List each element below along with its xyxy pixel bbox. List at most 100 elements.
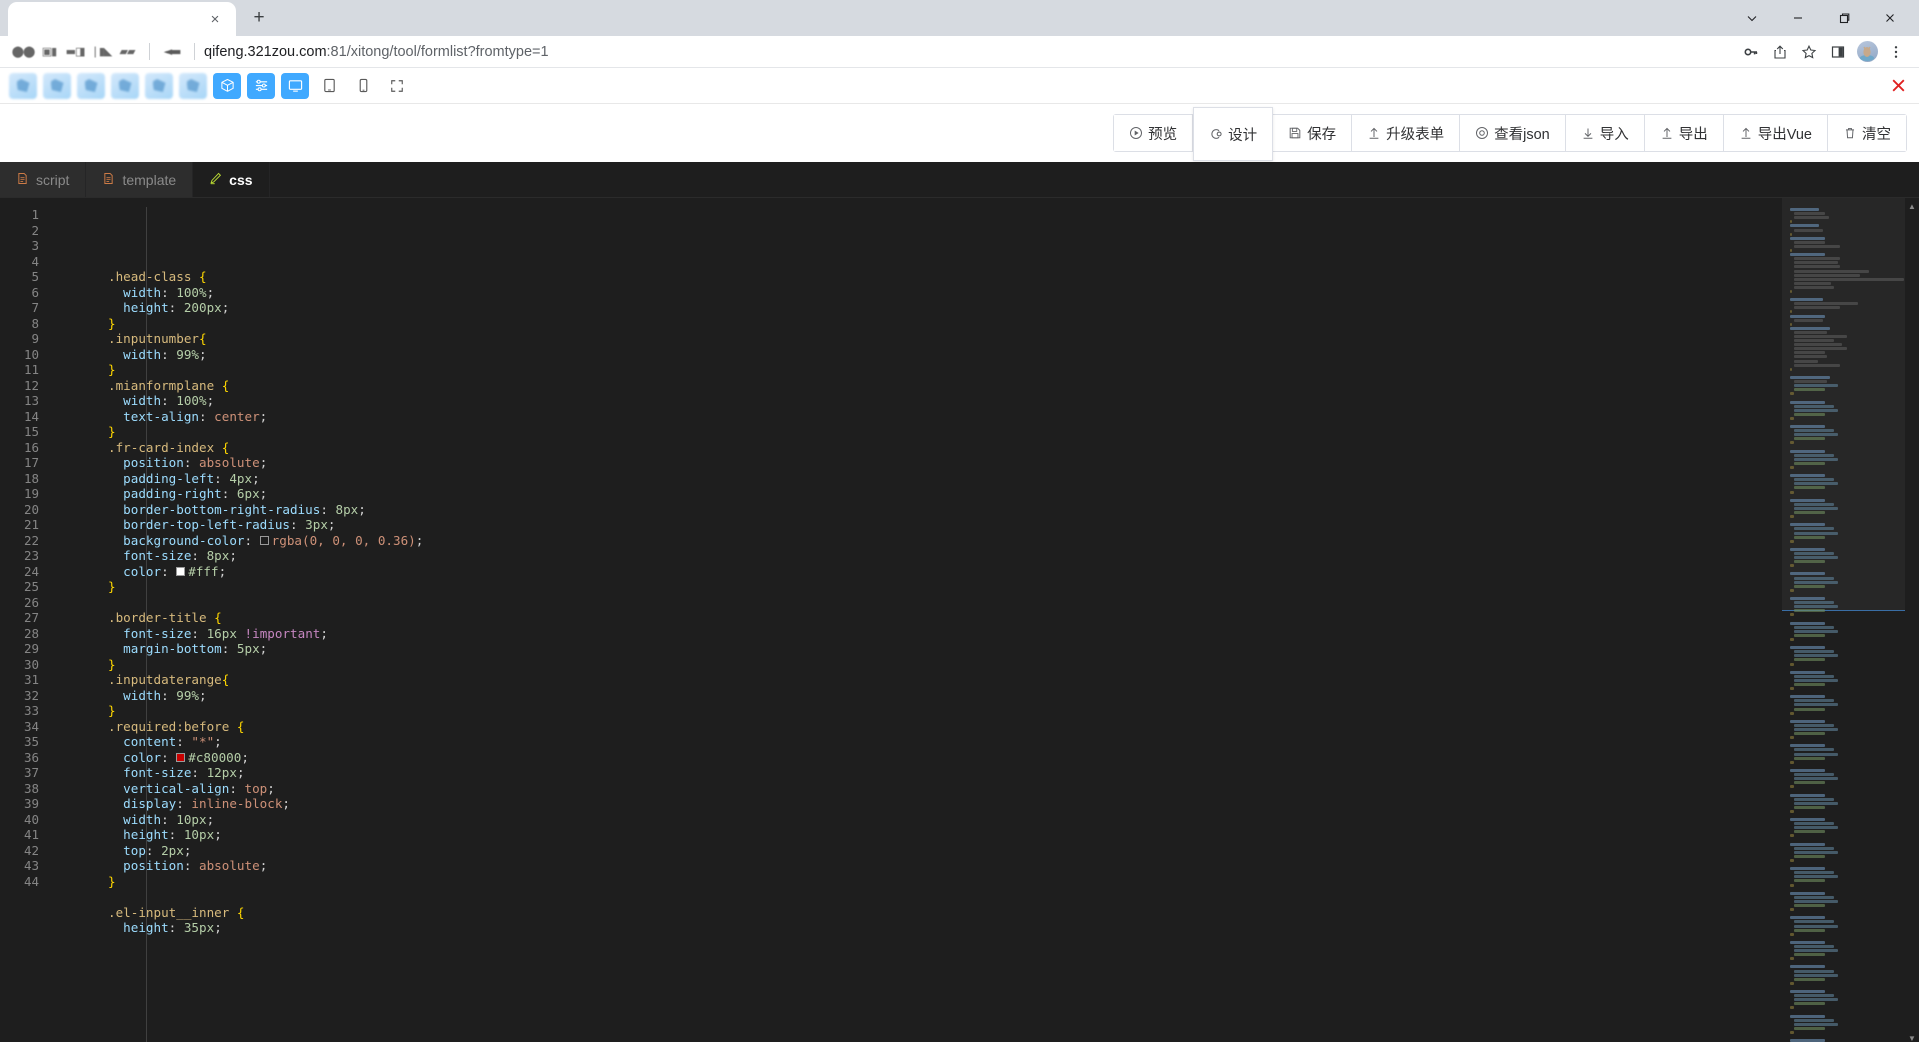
code-line[interactable]: color: #c80000; bbox=[73, 750, 1919, 766]
component-4-button[interactable] bbox=[111, 72, 139, 99]
preview-button[interactable]: 预览 bbox=[1114, 115, 1194, 151]
code-line[interactable]: .border-title { bbox=[73, 610, 1919, 626]
star-icon[interactable] bbox=[1796, 40, 1822, 64]
view-json-button[interactable]: 查看json bbox=[1460, 115, 1566, 151]
cube-view-button[interactable] bbox=[213, 72, 241, 99]
code-line[interactable]: .fr-card-index { bbox=[73, 440, 1919, 456]
code-line[interactable]: width: 100%; bbox=[73, 285, 1919, 301]
fullscreen-toggle-button[interactable] bbox=[383, 73, 411, 99]
code-line[interactable]: width: 10px; bbox=[73, 812, 1919, 828]
window-close-icon[interactable] bbox=[1867, 1, 1913, 35]
clear-button[interactable]: 清空 bbox=[1828, 115, 1906, 151]
code-line[interactable]: } bbox=[73, 703, 1919, 719]
code-line[interactable]: height: 200px; bbox=[73, 300, 1919, 316]
code-line[interactable]: top: 2px; bbox=[73, 843, 1919, 859]
desktop-preview-button[interactable] bbox=[281, 72, 309, 99]
vertical-scrollbar[interactable]: ▲ ▼ bbox=[1905, 198, 1919, 1042]
code-line[interactable]: position: absolute; bbox=[73, 455, 1919, 471]
code-line[interactable]: margin-bottom: 5px; bbox=[73, 641, 1919, 657]
code-line[interactable]: padding-left: 4px; bbox=[73, 471, 1919, 487]
export-vue-button[interactable]: 导出Vue bbox=[1723, 115, 1828, 151]
component-3-button[interactable] bbox=[77, 72, 105, 99]
tab-template[interactable]: template bbox=[86, 162, 194, 197]
color-swatch-icon[interactable] bbox=[176, 566, 186, 576]
code-line[interactable]: } bbox=[73, 316, 1919, 332]
save-button[interactable]: 保存 bbox=[1273, 115, 1353, 151]
new-tab-icon[interactable]: + bbox=[244, 3, 274, 33]
code-line[interactable]: .el-input__inner { bbox=[73, 905, 1919, 921]
maximize-icon[interactable] bbox=[1821, 1, 1867, 35]
scroll-up-arrow[interactable]: ▲ bbox=[1906, 200, 1918, 212]
settings-sliders-button[interactable] bbox=[247, 72, 275, 99]
code-line[interactable]: width: 100%; bbox=[73, 393, 1919, 409]
code-line[interactable]: font-size: 12px; bbox=[73, 765, 1919, 781]
tab-script[interactable]: script bbox=[0, 162, 87, 197]
code-token: : bbox=[191, 765, 207, 780]
code-fold-column[interactable] bbox=[55, 198, 73, 1042]
code-line[interactable]: padding-right: 6px; bbox=[73, 486, 1919, 502]
code-line[interactable]: height: 10px; bbox=[73, 827, 1919, 843]
upgrade-form-button[interactable]: 升级表单 bbox=[1352, 115, 1461, 151]
code-line[interactable] bbox=[73, 254, 1919, 270]
code-line[interactable]: position: absolute; bbox=[73, 858, 1919, 874]
code-line[interactable]: } bbox=[73, 362, 1919, 378]
tablet-preview-button[interactable] bbox=[315, 73, 343, 99]
code-line[interactable]: width: 99%; bbox=[73, 688, 1919, 704]
code-line[interactable]: .required:before { bbox=[73, 719, 1919, 735]
component-2-button[interactable] bbox=[43, 72, 71, 99]
code-line[interactable]: border-bottom-right-radius: 8px; bbox=[73, 502, 1919, 518]
editor-minimap[interactable] bbox=[1782, 198, 1905, 1042]
color-swatch-icon[interactable] bbox=[259, 535, 269, 545]
chevron-down-icon[interactable] bbox=[1729, 1, 1775, 35]
code-line[interactable]: .mianformplane { bbox=[73, 378, 1919, 394]
address-bar[interactable]: qifeng.321zou.com:81/xitong/tool/formlis… bbox=[204, 44, 549, 60]
code-line[interactable]: .inputnumber{ bbox=[73, 331, 1919, 347]
mobile-preview-button[interactable] bbox=[349, 73, 377, 99]
code-line[interactable] bbox=[73, 595, 1919, 611]
design-button[interactable]: 设计 bbox=[1193, 107, 1274, 161]
code-line[interactable]: vertical-align: top; bbox=[73, 781, 1919, 797]
close-icon[interactable]: × bbox=[204, 8, 226, 30]
code-line[interactable]: width: 99%; bbox=[73, 347, 1919, 363]
code-line[interactable]: .inputdaterange{ bbox=[73, 672, 1919, 688]
bookmarks-icon[interactable]: ▰▰ bbox=[114, 43, 140, 61]
tab-css[interactable]: css bbox=[193, 162, 270, 197]
home-icon[interactable]: ❘▮◣ bbox=[88, 43, 114, 61]
import-button[interactable]: 导入 bbox=[1565, 115, 1645, 151]
code-line[interactable]: font-size: 16px !important; bbox=[73, 626, 1919, 642]
code-line[interactable]: text-align: center; bbox=[73, 409, 1919, 425]
key-icon[interactable] bbox=[1738, 40, 1764, 64]
browser-menu-icon[interactable] bbox=[1883, 40, 1909, 64]
export-button[interactable]: 导出 bbox=[1644, 115, 1724, 151]
code-line[interactable]: color: #fff; bbox=[73, 564, 1919, 580]
code-line[interactable]: content: "*"; bbox=[73, 734, 1919, 750]
share-icon[interactable] bbox=[1767, 40, 1793, 64]
split-screen-icon[interactable] bbox=[1825, 40, 1851, 64]
forward-icon[interactable]: ▣▮ bbox=[36, 43, 62, 61]
reload-icon[interactable]: ▬◨ bbox=[62, 43, 88, 61]
code-content[interactable]: .head-class { width: 100%; height: 200px… bbox=[73, 198, 1919, 1042]
scroll-down-arrow[interactable]: ▼ bbox=[1906, 1032, 1918, 1042]
back-icon[interactable]: ⬤⬤ bbox=[10, 43, 36, 61]
code-line[interactable]: height: 35px; bbox=[73, 920, 1919, 936]
code-line[interactable]: } bbox=[73, 657, 1919, 673]
component-6-button[interactable] bbox=[179, 72, 207, 99]
avatar[interactable] bbox=[1854, 40, 1880, 64]
minimize-icon[interactable] bbox=[1775, 1, 1821, 35]
close-editor-icon[interactable] bbox=[1883, 71, 1913, 101]
code-editor[interactable]: 1 2 3 4 5 6 7 8 9 10 11 12 13 14 15 16 17 18 19 20 21 22 23 24 2… bbox=[0, 198, 1919, 1042]
color-swatch-icon[interactable] bbox=[176, 752, 186, 762]
code-line[interactable]: .head-class { bbox=[73, 269, 1919, 285]
code-line[interactable] bbox=[73, 889, 1919, 905]
component-1-button[interactable] bbox=[9, 72, 37, 99]
code-line[interactable]: display: inline-block; bbox=[73, 796, 1919, 812]
component-5-button[interactable] bbox=[145, 72, 173, 99]
code-line[interactable]: font-size: 8px; bbox=[73, 548, 1919, 564]
code-line[interactable]: } bbox=[73, 874, 1919, 890]
code-line[interactable]: } bbox=[73, 424, 1919, 440]
security-info-icon[interactable]: ◄▬ bbox=[159, 43, 185, 61]
code-line[interactable]: } bbox=[73, 579, 1919, 595]
code-line[interactable]: border-top-left-radius: 3px; bbox=[73, 517, 1919, 533]
code-line[interactable]: background-color: rgba(0, 0, 0, 0.36); bbox=[73, 533, 1919, 549]
browser-tab[interactable]: × bbox=[8, 2, 236, 36]
